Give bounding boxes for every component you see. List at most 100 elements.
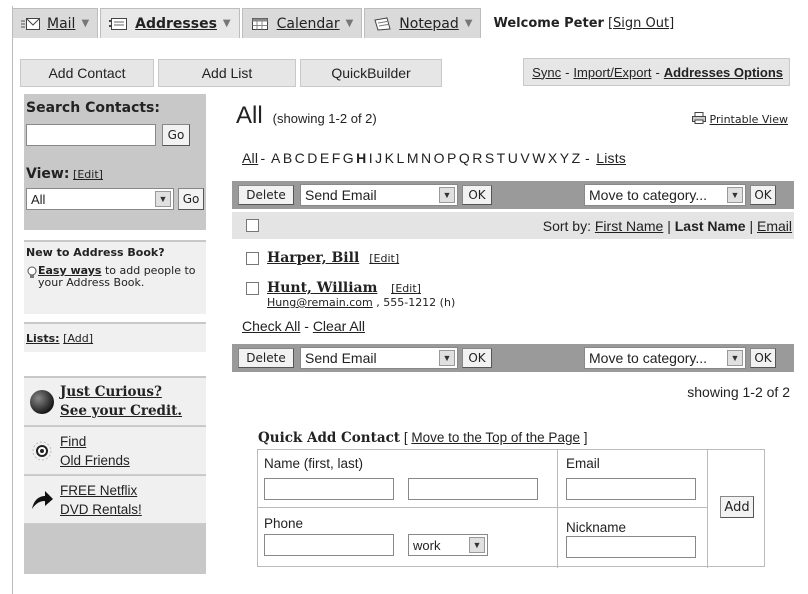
delete-button[interactable]: Delete [238, 185, 294, 205]
letter-link[interactable]: A [271, 150, 281, 166]
ok-button[interactable]: OK [750, 185, 776, 205]
printable-view-link[interactable]: Printable View [691, 112, 788, 127]
letter-link[interactable]: R [472, 150, 482, 166]
letter-link[interactable]: B [283, 150, 293, 166]
add-list-button[interactable]: Add List [158, 59, 296, 87]
tab-notepad[interactable]: Notepad ▼ [364, 8, 482, 38]
letter-link[interactable]: G [343, 150, 354, 166]
phone-input[interactable] [264, 534, 394, 556]
letter-link[interactable]: E [320, 150, 330, 166]
letter-link[interactable]: U [508, 150, 518, 166]
title-text: All [236, 102, 263, 129]
move-to-top-link[interactable]: Move to the Top of the Page [411, 430, 580, 445]
promo-friends[interactable]: Find Old Friends [24, 427, 206, 475]
letter-link[interactable]: J [375, 150, 382, 166]
sort-first-name-link[interactable]: First Name [595, 218, 663, 234]
addresses-options-link[interactable]: Addresses Options [664, 65, 783, 80]
move-category-select[interactable]: Move to category... ▼ [584, 347, 746, 369]
delete-button[interactable]: Delete [238, 348, 294, 368]
move-category-value: Move to category... [589, 187, 708, 203]
letter-link[interactable]: X [548, 150, 558, 166]
contact-edit-link[interactable]: [Edit] [369, 252, 399, 266]
ok-button[interactable]: OK [462, 348, 492, 368]
letter-link[interactable]: L [397, 150, 405, 166]
letter-link[interactable]: D [307, 150, 317, 166]
letter-link[interactable]: S [485, 150, 495, 166]
sort-email-link[interactable]: Email [757, 218, 792, 234]
letter-link[interactable]: N [421, 150, 431, 166]
add-contact-button[interactable]: Add Contact [20, 59, 154, 87]
letter-link[interactable]: V [520, 150, 530, 166]
view-go-button[interactable]: Go [178, 188, 204, 210]
lists-link[interactable]: Lists: [26, 332, 60, 345]
sync-link[interactable]: Sync [532, 65, 561, 80]
select-all-checkbox[interactable] [246, 219, 259, 232]
sort-row: Sort by: First Name | Last Name | Email [232, 212, 794, 239]
view-select[interactable]: All ▼ [26, 188, 174, 210]
promo-credit[interactable]: Just Curious? See your Credit. [24, 378, 206, 426]
promo-netflix[interactable]: FREE Netflix DVD Rentals! [24, 476, 206, 524]
tab-addresses[interactable]: Addresses ▼ [100, 8, 240, 38]
sign-out-link[interactable]: [Sign Out] [608, 16, 674, 31]
nickname-input[interactable] [566, 536, 696, 558]
chevron-down-icon[interactable]: ▼ [465, 18, 473, 29]
contact-name-link[interactable]: Hunt, William [267, 280, 377, 296]
letter-link[interactable]: Z [572, 150, 581, 166]
ok-button[interactable]: OK [750, 348, 776, 368]
email-field[interactable] [566, 478, 696, 500]
letter-link[interactable]: C [295, 150, 305, 166]
phone-type-select[interactable]: work ▼ [408, 534, 488, 556]
letter-link[interactable]: P [447, 150, 457, 166]
contact-edit-link[interactable]: [Edit] [391, 282, 421, 295]
divider [24, 314, 206, 322]
view-edit-link[interactable]: [Edit] [73, 168, 103, 181]
send-email-select[interactable]: Send Email ▼ [300, 184, 458, 206]
letter-link[interactable]: O [434, 150, 445, 166]
action-bar-bottom: Delete Send Email ▼ OK Move to category.… [232, 344, 794, 372]
lists-add-link[interactable]: [Add] [63, 332, 93, 345]
printer-icon [691, 112, 706, 127]
letter-link[interactable]: H [356, 150, 366, 166]
chevron-down-icon[interactable]: ▼ [81, 18, 89, 29]
sort-controls: Sort by: First Name | Last Name | Email [543, 218, 792, 234]
chevron-down-icon[interactable]: ▼ [223, 18, 231, 29]
search-input[interactable] [26, 124, 156, 146]
letter-link[interactable]: M [407, 150, 419, 166]
import-export-link[interactable]: Import/Export [573, 65, 651, 80]
ok-button[interactable]: OK [462, 185, 492, 205]
email-cell: Email [558, 450, 708, 508]
promo-friends-line1: Find [60, 433, 87, 449]
first-name-input[interactable] [264, 478, 394, 500]
contact-email-link[interactable]: Hung@remain.com [267, 296, 373, 309]
letter-link[interactable]: Q [459, 150, 470, 166]
contact-name-link[interactable]: Harper, Bill [267, 250, 359, 266]
mail-icon [21, 17, 41, 31]
globe-icon [24, 389, 60, 415]
search-go-button[interactable]: Go [162, 124, 190, 146]
welcome-area: Welcome Peter [Sign Out] [493, 8, 674, 38]
check-all-link[interactable]: Check All [242, 318, 300, 334]
letter-link[interactable]: W [532, 150, 545, 166]
last-name-input[interactable] [408, 478, 538, 500]
separator: - [565, 64, 570, 80]
letter-link[interactable]: I [369, 150, 373, 166]
alpha-all-link[interactable]: All [242, 150, 258, 166]
contact-checkbox[interactable] [246, 252, 259, 265]
promo-credit-line2: See your Credit. [60, 402, 183, 419]
quickbuilder-button[interactable]: QuickBuilder [300, 59, 442, 87]
chevron-down-icon[interactable]: ▼ [346, 18, 354, 29]
tab-mail[interactable]: Mail ▼ [12, 8, 99, 38]
alpha-lists-link[interactable]: Lists [596, 150, 626, 166]
printable-view-label: Printable View [709, 113, 788, 126]
letter-link[interactable]: T [497, 150, 506, 166]
contact-checkbox[interactable] [246, 282, 259, 295]
clear-all-link[interactable]: Clear All [313, 318, 365, 334]
phone-cell: Phone work ▼ [258, 508, 558, 568]
letter-link[interactable]: F [332, 150, 341, 166]
letter-link[interactable]: K [385, 150, 395, 166]
add-button[interactable]: Add [720, 496, 754, 518]
tab-calendar[interactable]: Calendar ▼ [241, 8, 363, 38]
letter-link[interactable]: Y [560, 150, 570, 166]
move-category-select[interactable]: Move to category... ▼ [584, 184, 746, 206]
send-email-select[interactable]: Send Email ▼ [300, 347, 458, 369]
